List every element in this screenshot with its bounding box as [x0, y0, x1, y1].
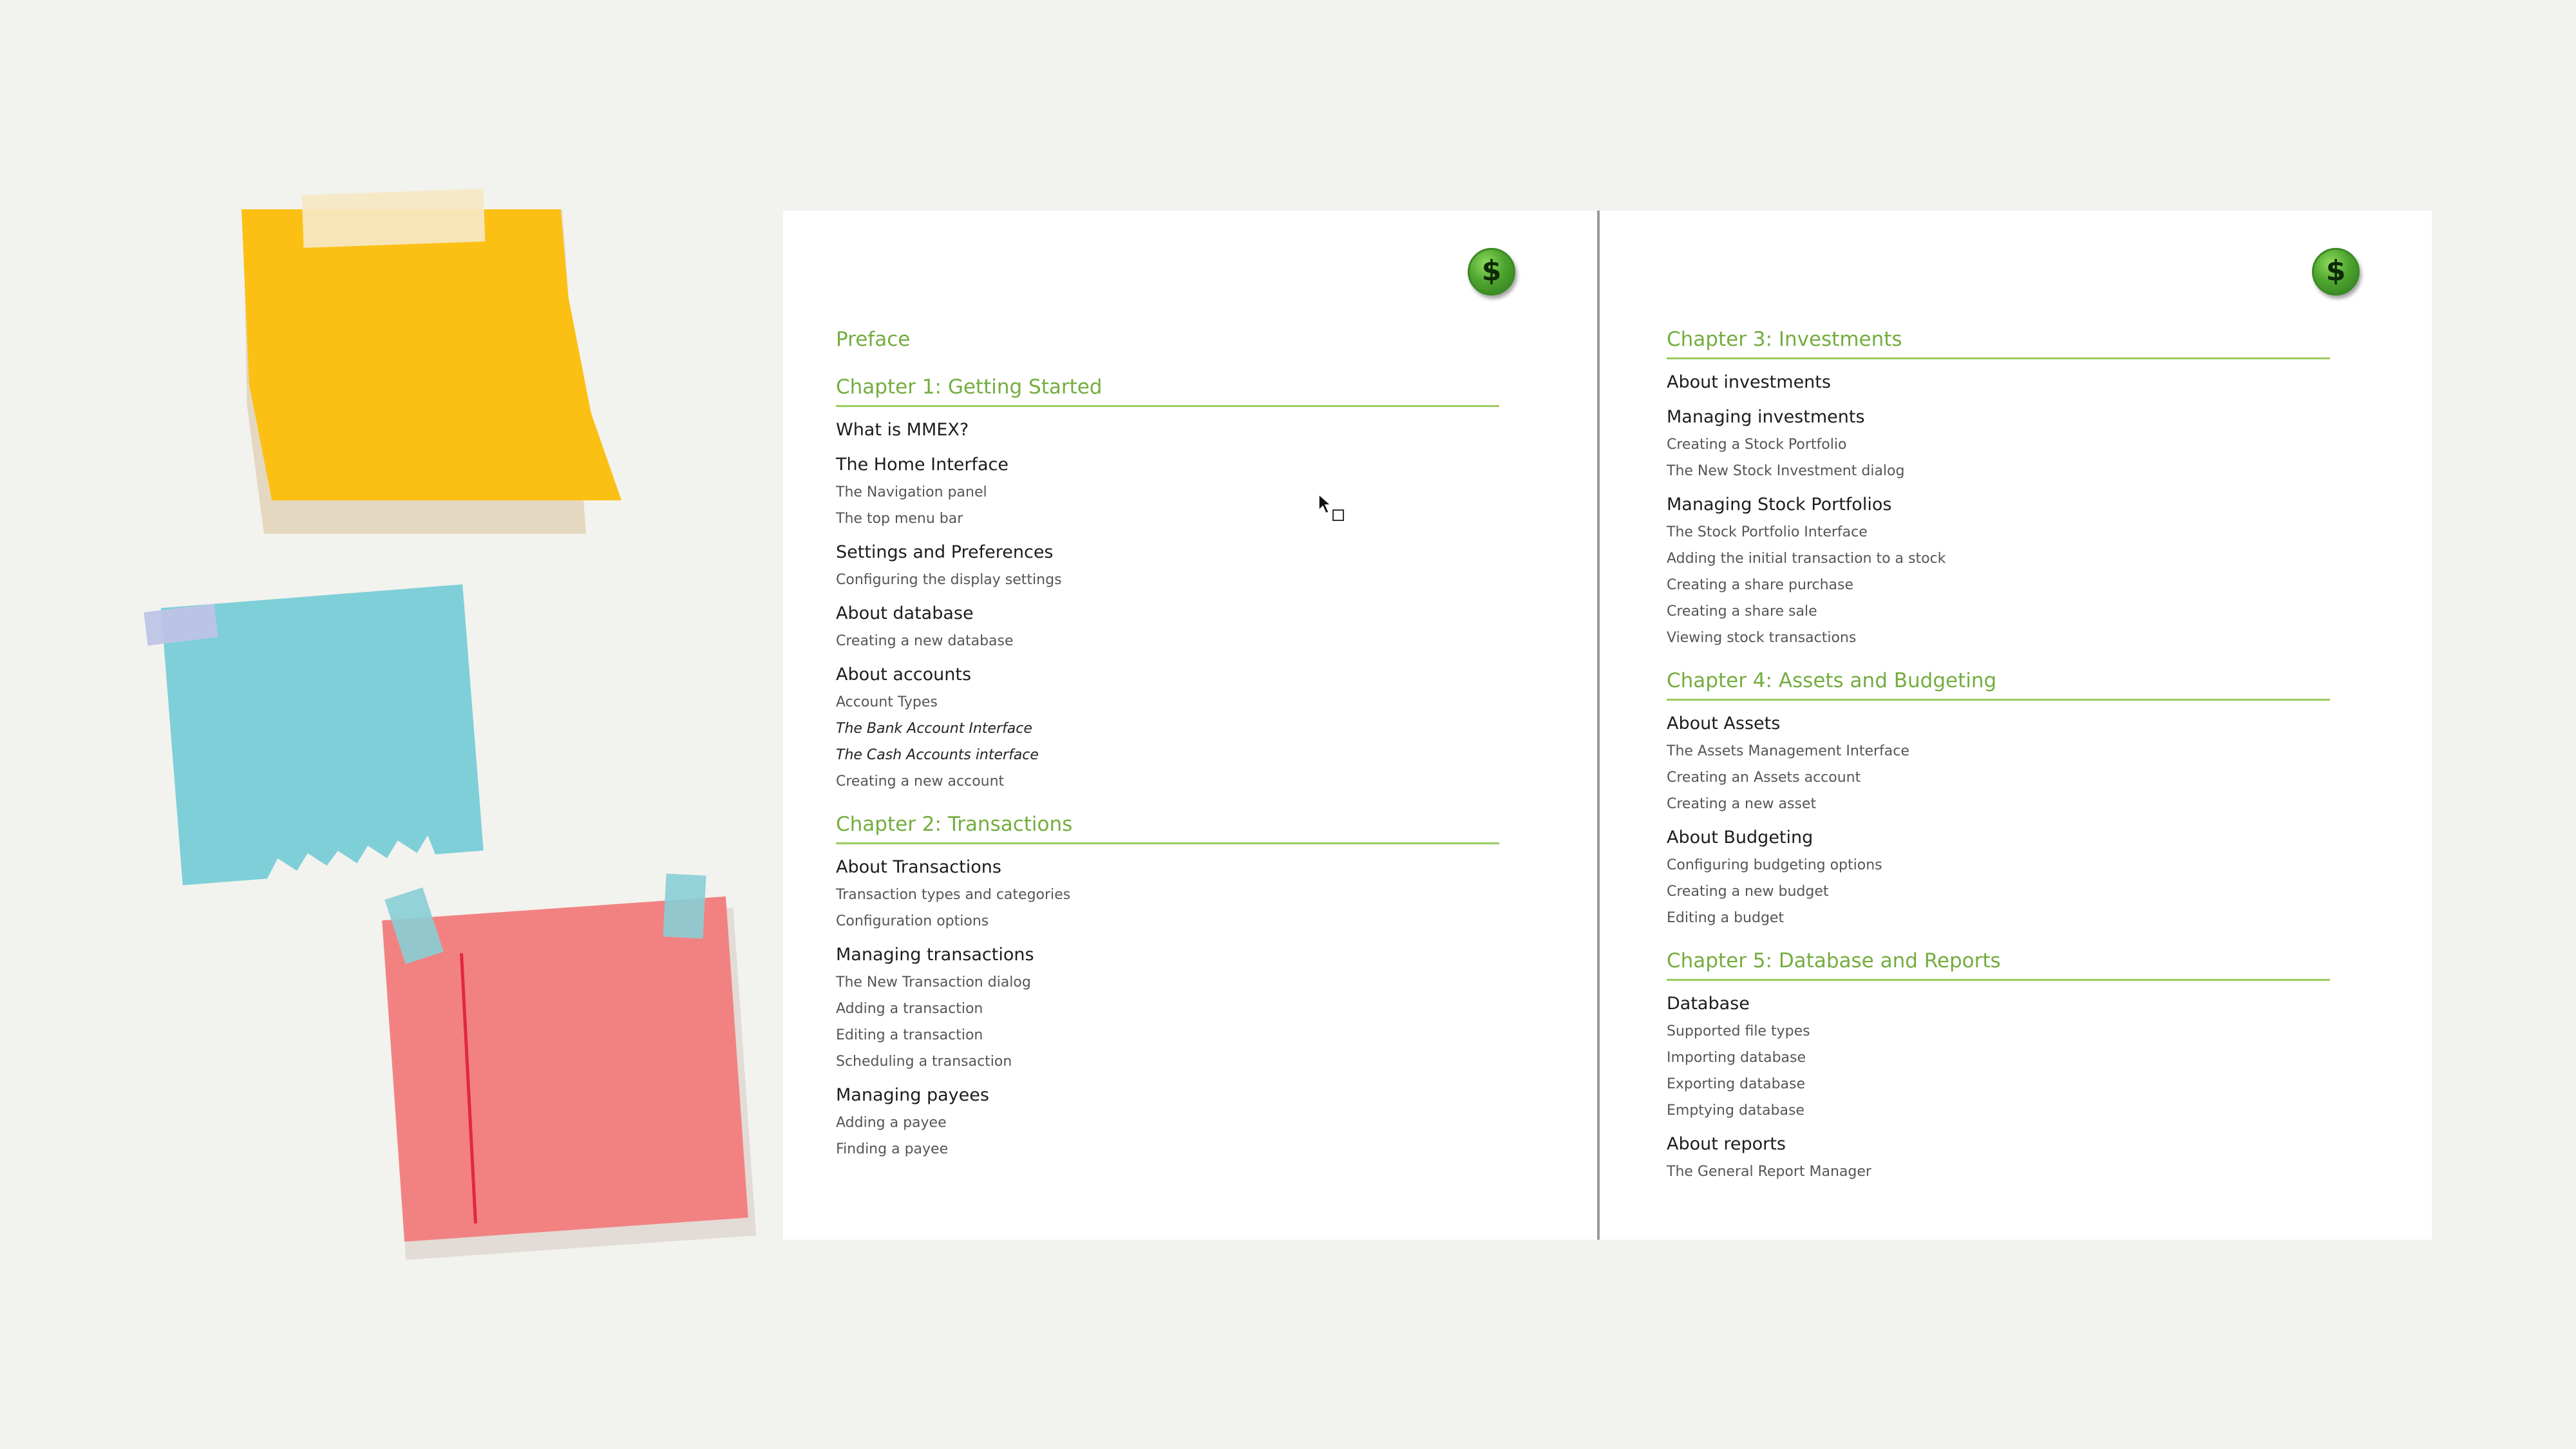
toc-item[interactable]: Creating a share sale	[1667, 598, 2330, 625]
toc-section: What is MMEX?	[836, 416, 1499, 444]
section-title[interactable]: What is MMEX?	[836, 416, 1499, 444]
toc-item[interactable]: Editing a budget	[1667, 905, 2330, 931]
toc-item[interactable]: The top menu bar	[836, 506, 1499, 532]
toc-item[interactable]: Adding the initial transaction to a stoc…	[1667, 545, 2330, 572]
toc-item[interactable]: The New Transaction dialog	[836, 969, 1499, 996]
section-title[interactable]: Database	[1667, 990, 2330, 1018]
yellow-note-tape	[301, 189, 486, 248]
section-title[interactable]: Managing payees	[836, 1081, 1499, 1110]
left-page: $ Preface Chapter 1: Getting Started What …	[783, 211, 1597, 1240]
toc-item[interactable]: Finding a payee	[836, 1136, 1499, 1162]
section-title[interactable]: About reports	[1667, 1130, 2330, 1159]
toc-section: About Budgeting Configuring budgeting opt…	[1667, 824, 2330, 931]
section-title[interactable]: Managing Stock Portfolios	[1667, 491, 2330, 519]
mouse-cursor-icon	[1318, 493, 1344, 521]
chapter-title[interactable]: Preface	[836, 325, 1499, 357]
toc-section: Database Supported file types Importing da…	[1667, 990, 2330, 1124]
toc-section: About investments	[1667, 368, 2330, 397]
section-title[interactable]: About accounts	[836, 661, 1499, 689]
toc-item[interactable]: Creating a new database	[836, 628, 1499, 654]
section-title[interactable]: About investments	[1667, 368, 2330, 397]
toc-item[interactable]: Creating a new budget	[1667, 878, 2330, 905]
toc-section: About Assets The Assets Management Interf…	[1667, 710, 2330, 817]
section-title[interactable]: About Transactions	[836, 853, 1499, 882]
toc-item[interactable]: The Stock Portfolio Interface	[1667, 519, 2330, 545]
toc-chapter: Chapter 3: Investments About investments M…	[1667, 325, 2330, 651]
toc-item[interactable]: The Assets Management Interface	[1667, 738, 2330, 764]
toc-section: The Home Interface The Navigation panel Th…	[836, 451, 1499, 532]
toc-chapter: Chapter 5: Database and Reports Database S…	[1667, 947, 2330, 1185]
toc-chapter: Chapter 4: Assets and Budgeting About Ass…	[1667, 667, 2330, 931]
toc-item[interactable]: Editing a transaction	[836, 1022, 1499, 1048]
section-title[interactable]: Managing transactions	[836, 941, 1499, 969]
toc-item[interactable]: Exporting database	[1667, 1071, 2330, 1097]
toc-item[interactable]: Configuring the display settings	[836, 567, 1499, 593]
toc-item[interactable]: The New Stock Investment dialog	[1667, 458, 2330, 484]
toc-item[interactable]: Adding a transaction	[836, 996, 1499, 1022]
chapter-title[interactable]: Chapter 1: Getting Started	[836, 373, 1499, 407]
chapter-title[interactable]: Chapter 3: Investments	[1667, 325, 2330, 359]
toc-section: Managing investments Creating a Stock Por…	[1667, 403, 2330, 484]
toc-chapter: Chapter 2: Transactions About Transaction…	[836, 810, 1499, 1162]
chapter-title[interactable]: Chapter 2: Transactions	[836, 810, 1499, 844]
red-note-tape-right	[663, 873, 706, 939]
right-page: $ Chapter 3: Investments About investment…	[1600, 211, 2432, 1240]
toc-item[interactable]: Creating an Assets account	[1667, 764, 2330, 791]
toc-item[interactable]: Adding a payee	[836, 1110, 1499, 1136]
chapter-title[interactable]: Chapter 4: Assets and Budgeting	[1667, 667, 2330, 701]
toc-item[interactable]: Configuring budgeting options	[1667, 852, 2330, 878]
toc-section: About reports The General Report Manager	[1667, 1130, 2330, 1185]
toc-item[interactable]: Supported file types	[1667, 1018, 2330, 1045]
section-title[interactable]: The Home Interface	[836, 451, 1499, 479]
toc-item[interactable]: Creating a new asset	[1667, 791, 2330, 817]
toc-item[interactable]: Creating a share purchase	[1667, 572, 2330, 598]
toc-chapter: Chapter 1: Getting Started What is MMEX? T…	[836, 373, 1499, 795]
toc-item[interactable]: The Cash Accounts interface	[836, 742, 1499, 768]
toc-item[interactable]: Creating a Stock Portfolio	[1667, 431, 2330, 458]
toc-item[interactable]: Viewing stock transactions	[1667, 625, 2330, 651]
section-title[interactable]: About Assets	[1667, 710, 2330, 738]
toc-section: About Transactions Transaction types and …	[836, 853, 1499, 934]
toc-item[interactable]: Configuration options	[836, 908, 1499, 934]
dollar-coin-icon: $	[1468, 248, 1515, 296]
toc-section: Settings and Preferences Configuring the …	[836, 538, 1499, 593]
toc-section: Managing Stock Portfolios The Stock Portf…	[1667, 491, 2330, 651]
section-title[interactable]: About Budgeting	[1667, 824, 2330, 852]
toc-chapter: Preface	[836, 325, 1499, 357]
toc-item[interactable]: The Bank Account Interface	[836, 715, 1499, 742]
toc-item[interactable]: Transaction types and categories	[836, 882, 1499, 908]
toc-section: Managing payees Adding a payee Finding a p…	[836, 1081, 1499, 1162]
section-title[interactable]: Managing investments	[1667, 403, 2330, 431]
toc-item[interactable]: Account Types	[836, 689, 1499, 715]
toc-section: Managing transactions The New Transaction…	[836, 941, 1499, 1075]
left-toc: Preface Chapter 1: Getting Started What is…	[836, 325, 1499, 1178]
toc-item[interactable]: The General Report Manager	[1667, 1159, 2330, 1185]
toc-item[interactable]: Importing database	[1667, 1045, 2330, 1071]
toc-item[interactable]: Scheduling a transaction	[836, 1048, 1499, 1075]
toc-item[interactable]: The Navigation panel	[836, 479, 1499, 506]
section-title[interactable]: About database	[836, 600, 1499, 628]
dollar-coin-icon: $	[2312, 248, 2360, 296]
right-toc: Chapter 3: Investments About investments M…	[1667, 325, 2330, 1200]
toc-section: About database Creating a new database	[836, 600, 1499, 654]
toc-item[interactable]: Emptying database	[1667, 1097, 2330, 1124]
chapter-title[interactable]: Chapter 5: Database and Reports	[1667, 947, 2330, 981]
toc-section: About accounts Account Types The Bank Acco…	[836, 661, 1499, 795]
table-of-contents-spread: $ Preface Chapter 1: Getting Started What …	[783, 211, 2432, 1240]
toc-item[interactable]: Creating a new account	[836, 768, 1499, 795]
section-title[interactable]: Settings and Preferences	[836, 538, 1499, 567]
